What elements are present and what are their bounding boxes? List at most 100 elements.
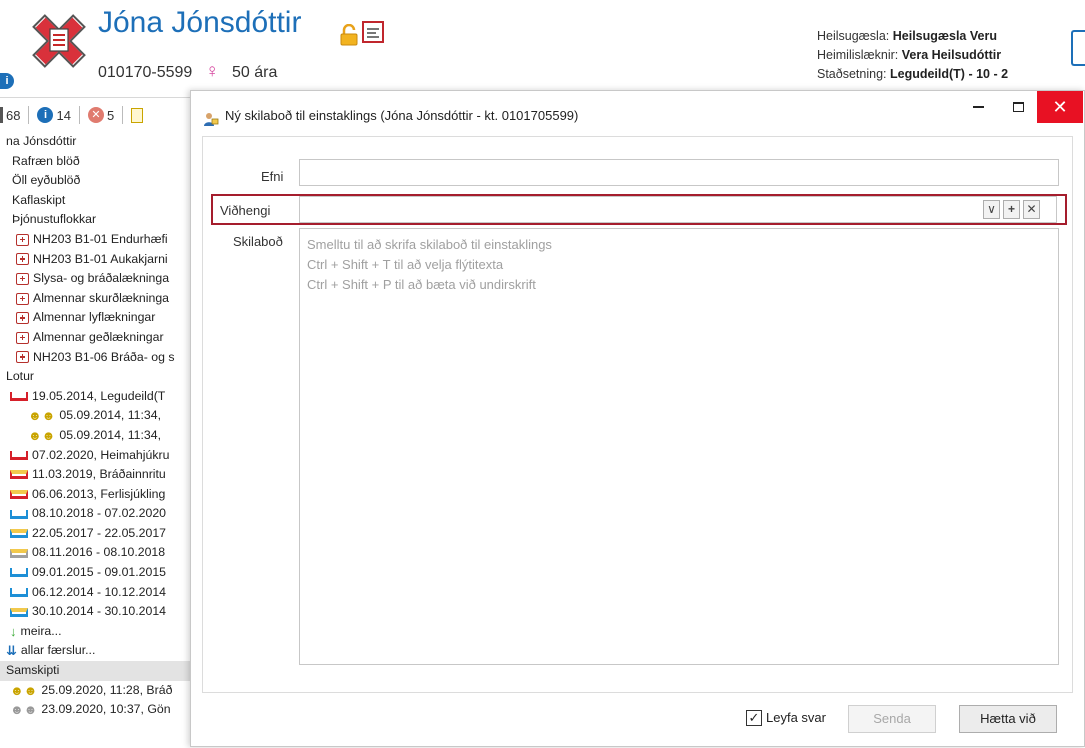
tree-item-label: 30.10.2014 - 30.10.2014	[32, 604, 167, 619]
subject-input[interactable]	[299, 159, 1059, 186]
tree-item-label: Samskipti	[6, 663, 60, 678]
lock-icon[interactable]	[338, 24, 360, 46]
medical-case-icon	[16, 351, 29, 364]
tree-item[interactable]: Öll eyðublöð	[0, 171, 196, 191]
tree-item[interactable]: 07.02.2020, Heimahjúkru	[0, 446, 196, 466]
location-label: Staðsetning:	[817, 67, 887, 81]
tree-item-label: 22.05.2017 - 22.05.2017	[32, 525, 167, 540]
attachment-combo[interactable]: ∨ + ✕	[299, 196, 1057, 223]
people-icon: ☻☻	[10, 702, 38, 718]
chevron-down-icon[interactable]: ∨	[983, 200, 1000, 219]
caduceus-logo-icon	[32, 14, 86, 68]
placeholder-line: Ctrl + Shift + P til að bæta við undirsk…	[307, 277, 536, 292]
tree-item[interactable]: 19.05.2014, Legudeild(T	[0, 387, 196, 407]
bed-icon	[10, 548, 28, 558]
tree-item-label: 08.10.2018 - 07.02.2020	[32, 506, 167, 521]
tree-item[interactable]: na Jónsdóttir	[0, 132, 196, 152]
bed-icon	[10, 470, 28, 480]
toolbar-item-alerts[interactable]: ✕ 5	[87, 107, 114, 123]
dialog-titlebar[interactable]: Ný skilaboð til einstaklings (Jóna Jónsd…	[191, 91, 1084, 136]
person-message-icon	[204, 113, 219, 126]
record-icon	[0, 107, 3, 123]
cancel-button[interactable]: Hætta við	[959, 705, 1057, 733]
tree-item-label: 07.02.2020, Heimahjúkru	[32, 447, 170, 462]
tree-item[interactable]: Almennar lyflækningar	[0, 308, 196, 328]
toolbar-item-count[interactable]: 68	[0, 107, 20, 123]
tree-item-label: NH203 B1-01 Aukakjarni	[33, 251, 168, 266]
tree-item[interactable]: 06.12.2014 - 10.12.2014	[0, 583, 196, 603]
subject-label: Efni	[261, 169, 284, 184]
tree-item-label: 06.06.2013, Ferlisjúkling	[32, 486, 166, 501]
tree-item-label: 11.03.2019, Bráðainnritu	[32, 467, 166, 482]
message-textarea[interactable]: Smelltu til að skrifa skilaboð til einst…	[299, 228, 1059, 665]
tree-item[interactable]: 22.05.2017 - 22.05.2017	[0, 524, 196, 544]
tree-item[interactable]: 30.10.2014 - 30.10.2014	[0, 602, 196, 622]
tree-item[interactable]: Lotur	[0, 367, 196, 387]
people-icon: ☻☻	[28, 427, 56, 443]
placeholder-line: Ctrl + Shift + T til að velja flýtitexta	[307, 257, 504, 272]
remove-attachment-button[interactable]: ✕	[1023, 200, 1040, 219]
tree-item[interactable]: 08.10.2018 - 07.02.2020	[0, 504, 196, 524]
tree-item-label: 25.09.2020, 11:28, Bráð	[41, 682, 173, 697]
maximize-icon	[1012, 101, 1024, 112]
contact-card-icon[interactable]	[362, 21, 384, 43]
close-button[interactable]: ✕	[1037, 91, 1083, 123]
tree-item[interactable]: Þjónustuflokkar	[0, 210, 196, 230]
divider	[122, 106, 124, 124]
tree-item[interactable]: 08.11.2016 - 08.10.2018	[0, 543, 196, 563]
tree-item[interactable]: 09.01.2015 - 09.01.2015	[0, 563, 196, 583]
tree-item-label: Slysa- og bráðalækninga	[33, 271, 170, 286]
add-attachment-button[interactable]: +	[1003, 200, 1020, 219]
tree-item[interactable]: Kaflaskipt	[0, 191, 196, 211]
patient-name[interactable]: Jóna Jónsdóttir	[98, 6, 301, 40]
tree-item[interactable]: Almennar geðlækningar	[0, 328, 196, 348]
tree-item[interactable]: ☻☻ 05.09.2014, 11:34,	[0, 426, 196, 446]
attachment-label: Viðhengi	[220, 203, 271, 218]
minimize-button[interactable]	[957, 91, 999, 123]
bed-icon	[10, 391, 28, 401]
tree-item[interactable]: Slysa- og bráðalækninga	[0, 269, 196, 289]
send-button[interactable]: Senda	[848, 705, 936, 733]
tree-item[interactable]: Samskipti	[0, 661, 196, 681]
tree-item[interactable]: ☻☻ 25.09.2020, 11:28, Bráð	[0, 681, 196, 701]
allow-reply-checkbox[interactable]: ✓	[746, 710, 762, 726]
female-icon: ♀	[205, 61, 220, 82]
tree-item-label: Lotur	[6, 369, 35, 384]
message-label: Skilaboð	[233, 234, 283, 249]
tree-item[interactable]: Almennar skurðlækninga	[0, 289, 196, 309]
tree-item[interactable]: ⇊ allar færslur...	[0, 641, 196, 661]
toolbar-item-notes[interactable]	[131, 107, 144, 123]
maximize-button[interactable]	[997, 91, 1039, 123]
tree-item[interactable]: NH203 B1-01 Aukakjarni	[0, 250, 196, 270]
allow-reply-label[interactable]: Leyfa svar	[766, 710, 826, 725]
tree-item-label: 05.09.2014, 11:34,	[59, 427, 162, 442]
people-icon: ☻☻	[10, 682, 38, 698]
clipboard-icon	[131, 107, 144, 123]
bed-icon	[10, 568, 28, 578]
tree-item-label: Rafræn blöð	[12, 153, 80, 168]
tree-item[interactable]: NH203 B1-01 Endurhæfi	[0, 230, 196, 250]
tree-item[interactable]: ↓ meira...	[0, 622, 196, 642]
bed-icon	[10, 489, 28, 499]
toolbar-item-info[interactable]: i 14	[37, 107, 71, 123]
clinic-value: Heilsugæsla Veru	[892, 29, 997, 43]
tree-item-label: allar færslur...	[20, 643, 96, 658]
tree-item-label: na Jónsdóttir	[6, 134, 77, 148]
tree-item[interactable]: Rafræn blöð	[0, 152, 196, 172]
minimize-icon	[972, 106, 984, 108]
tree-item-label: Kaflaskipt	[12, 192, 66, 207]
tree-item[interactable]: ☻☻ 05.09.2014, 11:34,	[0, 406, 196, 426]
divider	[28, 106, 30, 124]
info-icon[interactable]: i	[0, 73, 14, 89]
document-icon[interactable]	[1071, 30, 1085, 66]
patient-header: Jóna Jónsdóttir i 010170-5599 ♀ 50 ára H…	[0, 0, 1085, 98]
tree-item[interactable]: 11.03.2019, Bráðainnritu	[0, 465, 196, 485]
bed-icon	[10, 509, 28, 519]
dialog-title: Ný skilaboð til einstaklings (Jóna Jónsd…	[225, 108, 579, 123]
tree-item[interactable]: NH203 B1-06 Bráða- og s	[0, 348, 196, 368]
tree-item[interactable]: 06.06.2013, Ferlisjúkling	[0, 485, 196, 505]
placeholder-line: Smelltu til að skrifa skilaboð til einst…	[307, 237, 552, 252]
bed-icon	[10, 607, 28, 617]
tree-item[interactable]: ☻☻ 23.09.2020, 10:37, Gön	[0, 700, 196, 720]
medical-case-icon	[16, 292, 29, 305]
